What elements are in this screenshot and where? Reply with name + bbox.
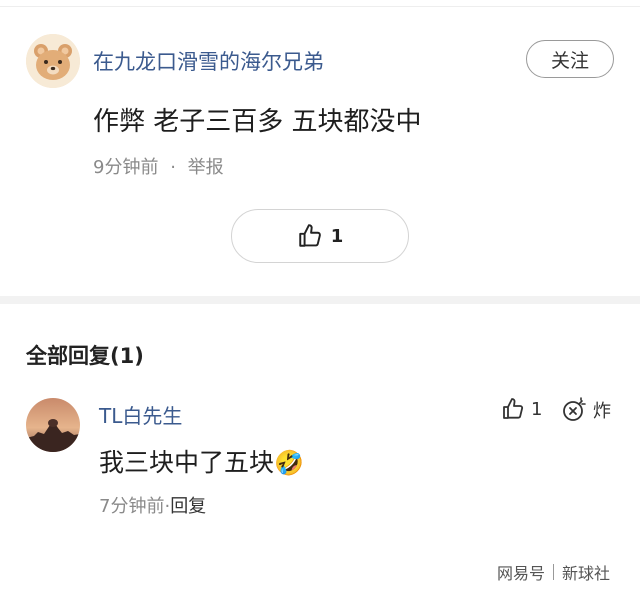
post-text: 作弊 老子三百多 五块都没中 [93,107,422,137]
watermark-left: 网易号 [497,564,546,583]
replies-title: 全部回复(1) [26,344,144,368]
post-meta: 9分钟前 · 举报 [93,153,224,179]
avatar[interactable] [26,34,80,88]
post-like-button[interactable]: 1 [231,209,409,263]
post-time: 9分钟前 [93,157,159,178]
reply-like-button[interactable]: 1 [501,397,542,421]
section-divider [0,296,640,304]
reply-username[interactable]: TL白先生 [99,400,182,429]
thumbs-up-icon [299,224,321,247]
watermark: 网易号 新球社 [497,560,610,584]
reply-avatar[interactable] [26,398,80,452]
reply-action-link[interactable]: 回复 [170,496,206,517]
report-link[interactable]: 举报 [188,157,224,178]
thumbs-up-icon [503,398,524,419]
post-like-count: 1 [330,225,344,247]
reply-bomb-label: 炸 [593,401,611,422]
reply-text-content: 我三块中了五块 [99,448,275,477]
meta-separator: · [170,157,176,178]
reply-bomb-button[interactable]: 炸 [561,397,611,423]
reply-meta: 7分钟前·回复 [99,492,206,518]
reply-text: 我三块中了五块🤣 [99,443,304,479]
bear-avatar-icon [26,34,80,88]
bomb-icon [563,397,586,421]
sunset-city-avatar-icon [26,398,80,452]
watermark-separator [553,564,555,580]
watermark-right: 新球社 [562,564,611,583]
post-username[interactable]: 在九龙口滑雪的海尔兄弟 [93,46,324,76]
laughing-emoji-icon: 🤣 [274,449,304,477]
reply-time: 7分钟前 [99,496,165,517]
top-border [0,0,640,7]
reply-like-count: 1 [531,398,543,420]
follow-button[interactable]: 关注 [526,40,614,78]
